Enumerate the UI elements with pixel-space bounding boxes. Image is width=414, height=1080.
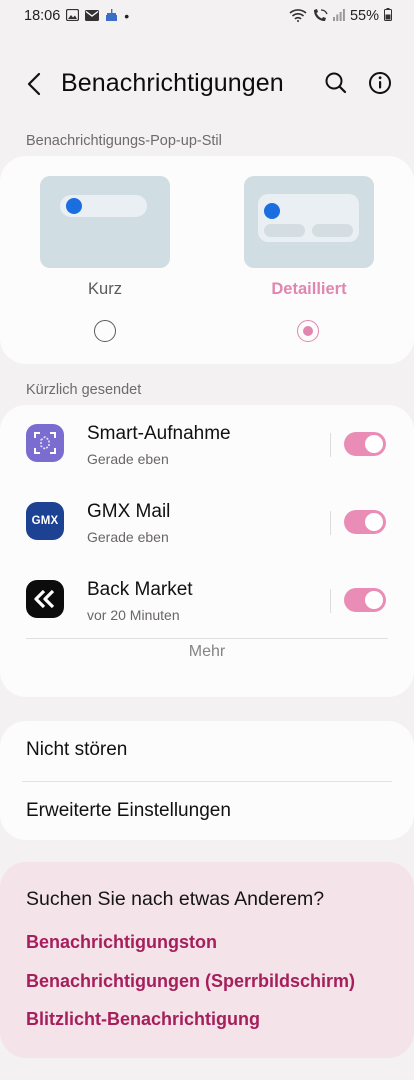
list-item[interactable]: Smart-Aufnahme Gerade eben: [0, 405, 414, 483]
link-lockscreen-notifications[interactable]: Benachrichtigungen (Sperrbildschirm): [26, 971, 355, 992]
toggle-knob: [364, 590, 384, 610]
detail-preview-dot: [264, 203, 280, 219]
kurz-label[interactable]: Kurz: [40, 280, 170, 299]
search-icon: [325, 72, 347, 94]
battery-percent: 55%: [349, 8, 379, 24]
suggestions-card: Suchen Sie nach etwas Anderem? Benachric…: [0, 862, 414, 1058]
wifi-call-icon: [312, 8, 328, 25]
list-item[interactable]: Back Market vor 20 Minuten: [0, 561, 414, 639]
more-button[interactable]: Mehr: [0, 643, 414, 661]
back-button[interactable]: [20, 70, 48, 98]
kurz-preview[interactable]: [40, 176, 170, 268]
info-icon: [369, 72, 391, 94]
signal-icon: [332, 8, 345, 24]
app-name: Smart-Aufnahme: [87, 423, 231, 444]
toggle-knob: [364, 434, 384, 454]
toggle-knob: [364, 512, 384, 532]
settings-card: Nicht stören Erweiterte Einstellungen: [0, 721, 414, 840]
smart-aufnahme-toggle[interactable]: [344, 432, 386, 456]
gmx-icon: GMX: [26, 502, 64, 540]
kurz-radio[interactable]: [94, 320, 116, 342]
app-name: GMX Mail: [87, 501, 171, 522]
recent-label: Kürzlich gesendet: [26, 382, 142, 398]
smart-capture-icon: [26, 424, 64, 462]
row-divider: [330, 433, 331, 457]
detailliert-preview[interactable]: [244, 176, 374, 268]
suggestions-title: Suchen Sie nach etwas Anderem?: [26, 888, 325, 910]
status-bar: 18:06 • 55%: [0, 0, 414, 32]
status-left: 18:06 •: [24, 8, 129, 25]
do-not-disturb-item[interactable]: Nicht stören: [26, 739, 127, 761]
list-item[interactable]: GMX GMX Mail Gerade eben: [0, 483, 414, 561]
detailliert-label[interactable]: Detailliert: [244, 280, 374, 299]
recent-apps-card: Smart-Aufnahme Gerade eben GMX GMX Mail …: [0, 405, 414, 697]
gmx-icon-text: GMX: [31, 515, 59, 527]
link-flash-notification[interactable]: Blitzlicht-Benachrichtigung: [26, 1009, 260, 1030]
kurz-preview-dot: [66, 198, 82, 214]
row-divider: [330, 589, 331, 613]
search-button[interactable]: [322, 69, 350, 97]
popup-style-label: Benachrichtigungs-Pop-up-Stil: [26, 133, 222, 149]
row-divider: [330, 511, 331, 535]
app-bar: Benachrichtigungen: [0, 58, 414, 110]
battery-icon: [384, 8, 392, 24]
app-time: vor 20 Minuten: [87, 607, 180, 623]
popup-style-card: Kurz Detailliert: [0, 156, 414, 364]
status-right: 55%: [289, 8, 392, 25]
page-title: Benachrichtigungen: [61, 69, 284, 97]
detailliert-radio[interactable]: [297, 320, 319, 342]
link-notification-sound[interactable]: Benachrichtigungston: [26, 932, 217, 953]
app-time: Gerade eben: [87, 451, 169, 467]
gmx-mail-toggle[interactable]: [344, 510, 386, 534]
back-arrow-icon: [27, 72, 41, 96]
back-market-toggle[interactable]: [344, 588, 386, 612]
detail-preview-pill-left: [264, 224, 305, 237]
advanced-settings-item[interactable]: Erweiterte Einstellungen: [26, 800, 231, 822]
cake-icon: [105, 8, 118, 25]
info-button[interactable]: [366, 69, 394, 97]
status-time: 18:06: [24, 8, 61, 24]
wifi-icon: [289, 8, 307, 25]
detail-preview-pill-right: [312, 224, 353, 237]
app-name: Back Market: [87, 579, 193, 600]
app-time: Gerade eben: [87, 529, 169, 545]
divider: [26, 638, 388, 639]
status-dot: •: [124, 8, 130, 24]
image-icon: [66, 8, 80, 24]
divider: [22, 781, 392, 782]
back-market-icon: [26, 580, 64, 618]
mail-icon: [85, 8, 100, 24]
